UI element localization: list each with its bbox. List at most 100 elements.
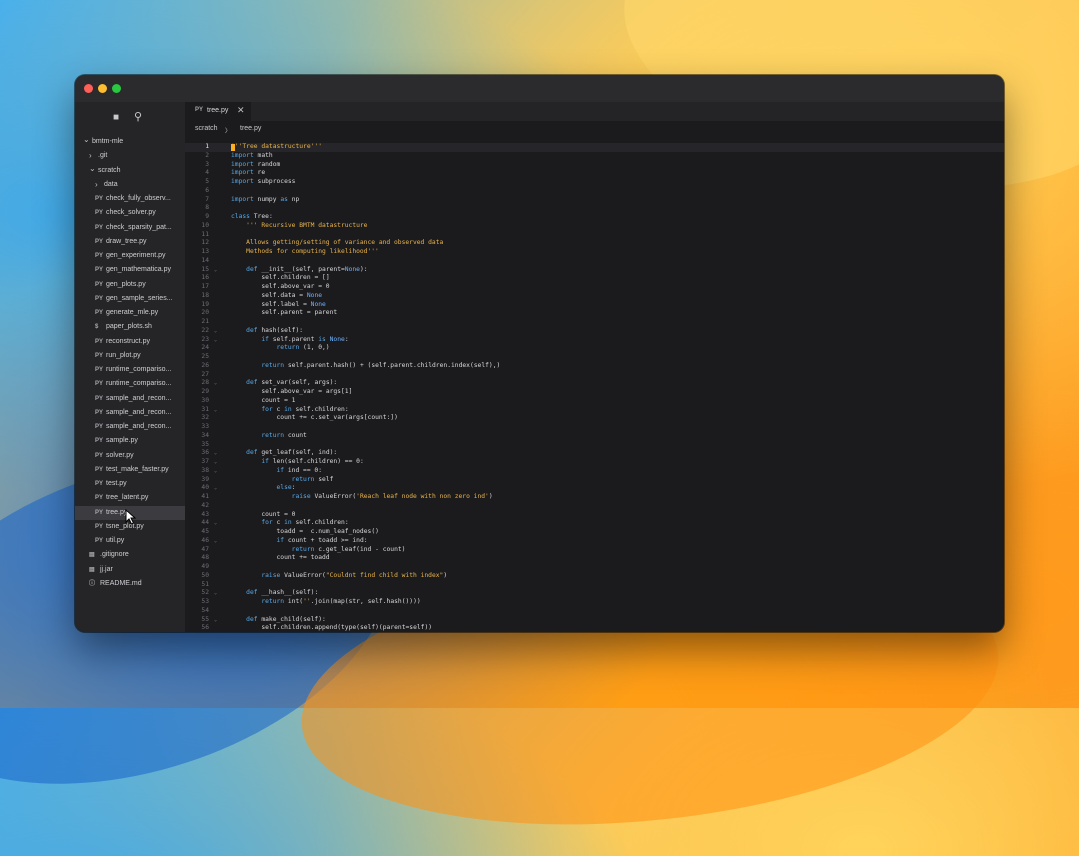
- chevron-right-icon[interactable]: ›: [89, 149, 92, 163]
- code-line[interactable]: 26 return self.parent.hash() + (self.par…: [185, 362, 1004, 371]
- code-line[interactable]: 36 ⌄ def get_leaf(self, ind):: [185, 449, 1004, 458]
- tree-file[interactable]: PY solver.py: [75, 449, 185, 463]
- tree-file[interactable]: PY sample.py: [75, 434, 185, 448]
- breadcrumb-item[interactable]: scratch: [195, 125, 218, 132]
- tree-folder[interactable]: ⌄ scratch: [75, 164, 185, 178]
- code-line[interactable]: 11: [185, 231, 1004, 240]
- code-line[interactable]: 24 return (1, 0,): [185, 344, 1004, 353]
- fold-chevron-icon[interactable]: ⌄: [214, 327, 217, 336]
- code-line[interactable]: 3 import random: [185, 161, 1004, 170]
- minimize-window-button[interactable]: [98, 84, 107, 93]
- tree-file[interactable]: ▤ .gitignore: [75, 548, 185, 562]
- close-window-button[interactable]: [84, 84, 93, 93]
- chevron-down-icon[interactable]: ⌄: [83, 135, 90, 147]
- code-line[interactable]: 12 Allows getting/setting of variance an…: [185, 239, 1004, 248]
- code-line[interactable]: 4 import re: [185, 169, 1004, 178]
- close-tab-icon[interactable]: ✕: [237, 105, 245, 116]
- code-line[interactable]: 50 raise ValueError("Couldnt find child …: [185, 572, 1004, 581]
- code-line[interactable]: 47 return c.get_leaf(ind - count): [185, 546, 1004, 555]
- code-line[interactable]: 20 self.parent = parent: [185, 309, 1004, 318]
- fold-chevron-icon[interactable]: ⌄: [214, 616, 217, 625]
- tree-file[interactable]: PY gen_experiment.py: [75, 249, 185, 263]
- tree-file[interactable]: ⓘ README.md: [75, 577, 185, 591]
- tree-file[interactable]: PY generate_mle.py: [75, 306, 185, 320]
- code-line[interactable]: 44 ⌄ for c in self.children:: [185, 519, 1004, 528]
- code-line[interactable]: 5 import subprocess: [185, 178, 1004, 187]
- code-line[interactable]: 13 Methods for computing likelihood''': [185, 248, 1004, 257]
- tree-folder[interactable]: › .git: [75, 149, 185, 163]
- tree-file[interactable]: $ paper_plots.sh: [75, 320, 185, 334]
- tree-file[interactable]: PY util.py: [75, 534, 185, 548]
- tree-file[interactable]: PY test.py: [75, 477, 185, 491]
- zoom-window-button[interactable]: [112, 84, 121, 93]
- code-line[interactable]: 56 self.children.append(type(self)(paren…: [185, 624, 1004, 632]
- fold-chevron-icon[interactable]: ⌄: [214, 379, 217, 388]
- title-bar[interactable]: [75, 75, 1004, 102]
- tree-file[interactable]: PY check_fully_observ...: [75, 192, 185, 206]
- fold-chevron-icon[interactable]: ⌄: [214, 589, 217, 598]
- tree-file[interactable]: PY check_solver.py: [75, 206, 185, 220]
- code-line[interactable]: 41 raise ValueError('Reach leaf node wit…: [185, 493, 1004, 502]
- code-line[interactable]: 21: [185, 318, 1004, 327]
- code-line[interactable]: 19 self.label = None: [185, 301, 1004, 310]
- code-line[interactable]: 51: [185, 581, 1004, 590]
- code-line[interactable]: 43 count = 0: [185, 511, 1004, 520]
- code-line[interactable]: 35: [185, 441, 1004, 450]
- code-line[interactable]: 49: [185, 563, 1004, 572]
- tree-file[interactable]: PY tree_latent.py: [75, 491, 185, 505]
- files-icon[interactable]: ■: [113, 112, 119, 123]
- code-line[interactable]: 40 ⌄ else:: [185, 484, 1004, 493]
- code-line[interactable]: 28 ⌄ def set_var(self, args):: [185, 379, 1004, 388]
- fold-chevron-icon[interactable]: ⌄: [214, 449, 217, 458]
- tree-file[interactable]: PY run_plot.py: [75, 349, 185, 363]
- code-line[interactable]: 34 return count: [185, 432, 1004, 441]
- fold-chevron-icon[interactable]: ⌄: [214, 336, 217, 345]
- tree-file[interactable]: PY test_make_faster.py: [75, 463, 185, 477]
- code-line[interactable]: 17 self.above_var = 0: [185, 283, 1004, 292]
- code-line[interactable]: 52 ⌄ def __hash__(self):: [185, 589, 1004, 598]
- tree-file[interactable]: PY sample_and_recon...: [75, 406, 185, 420]
- code-line[interactable]: 2 import math: [185, 152, 1004, 161]
- code-line[interactable]: 9 class Tree:: [185, 213, 1004, 222]
- fold-chevron-icon[interactable]: ⌄: [214, 484, 217, 493]
- code-line[interactable]: 42: [185, 502, 1004, 511]
- tree-folder[interactable]: ⌄ bmtm-mle: [75, 135, 185, 149]
- fold-chevron-icon[interactable]: ⌄: [214, 467, 217, 476]
- code-line[interactable]: 8: [185, 204, 1004, 213]
- code-line[interactable]: 10 ''' Recursive BMTM datastructure: [185, 222, 1004, 231]
- code-line[interactable]: 48 count += toadd: [185, 554, 1004, 563]
- fold-chevron-icon[interactable]: ⌄: [214, 406, 217, 415]
- code-line[interactable]: 16 self.children = []: [185, 274, 1004, 283]
- code-line[interactable]: 45 toadd = c.num_leaf_nodes(): [185, 528, 1004, 537]
- code-line[interactable]: 39 return self: [185, 476, 1004, 485]
- fold-chevron-icon[interactable]: ⌄: [214, 266, 217, 275]
- code-line[interactable]: 6: [185, 187, 1004, 196]
- code-line[interactable]: 7 import numpy as np: [185, 196, 1004, 205]
- chevron-right-icon[interactable]: ›: [95, 178, 98, 192]
- code-line[interactable]: 29 self.above_var = args[1]: [185, 388, 1004, 397]
- code-line[interactable]: 37 ⌄ if len(self.children) == 0:: [185, 458, 1004, 467]
- code-line[interactable]: 55 ⌄ def make_child(self):: [185, 616, 1004, 625]
- tree-file[interactable]: PY reconstruct.py: [75, 335, 185, 349]
- tree-file[interactable]: PY check_sparsity_pat...: [75, 221, 185, 235]
- code-line[interactable]: 33: [185, 423, 1004, 432]
- code-line[interactable]: 25: [185, 353, 1004, 362]
- code-line[interactable]: 14: [185, 257, 1004, 266]
- code-line[interactable]: 38 ⌄ if ind == 0:: [185, 467, 1004, 476]
- fold-chevron-icon[interactable]: ⌄: [214, 458, 217, 467]
- tree-folder[interactable]: › data: [75, 178, 185, 192]
- tree-file[interactable]: ▤ jj.jar: [75, 563, 185, 577]
- code-area[interactable]: 1 '''Tree datastructure''' 2 import math 3 im…: [185, 143, 1004, 632]
- tree-file[interactable]: PY gen_sample_series...: [75, 292, 185, 306]
- tree-file[interactable]: PY sample_and_recon...: [75, 420, 185, 434]
- code-line[interactable]: 15 ⌄ def __init__(self, parent=None):: [185, 266, 1004, 275]
- breadcrumb-item[interactable]: tree.py: [240, 125, 261, 132]
- code-line[interactable]: 30 count = 1: [185, 397, 1004, 406]
- code-line[interactable]: 54: [185, 607, 1004, 616]
- search-icon[interactable]: ⚲: [134, 110, 142, 123]
- code-line[interactable]: 31 ⌄ for c in self.children:: [185, 406, 1004, 415]
- fold-chevron-icon[interactable]: ⌄: [214, 537, 217, 546]
- tree-file[interactable]: PY gen_plots.py: [75, 278, 185, 292]
- code-line[interactable]: 53 return int(''.join(map(str, self.hash…: [185, 598, 1004, 607]
- code-line[interactable]: 23 ⌄ if self.parent is None:: [185, 336, 1004, 345]
